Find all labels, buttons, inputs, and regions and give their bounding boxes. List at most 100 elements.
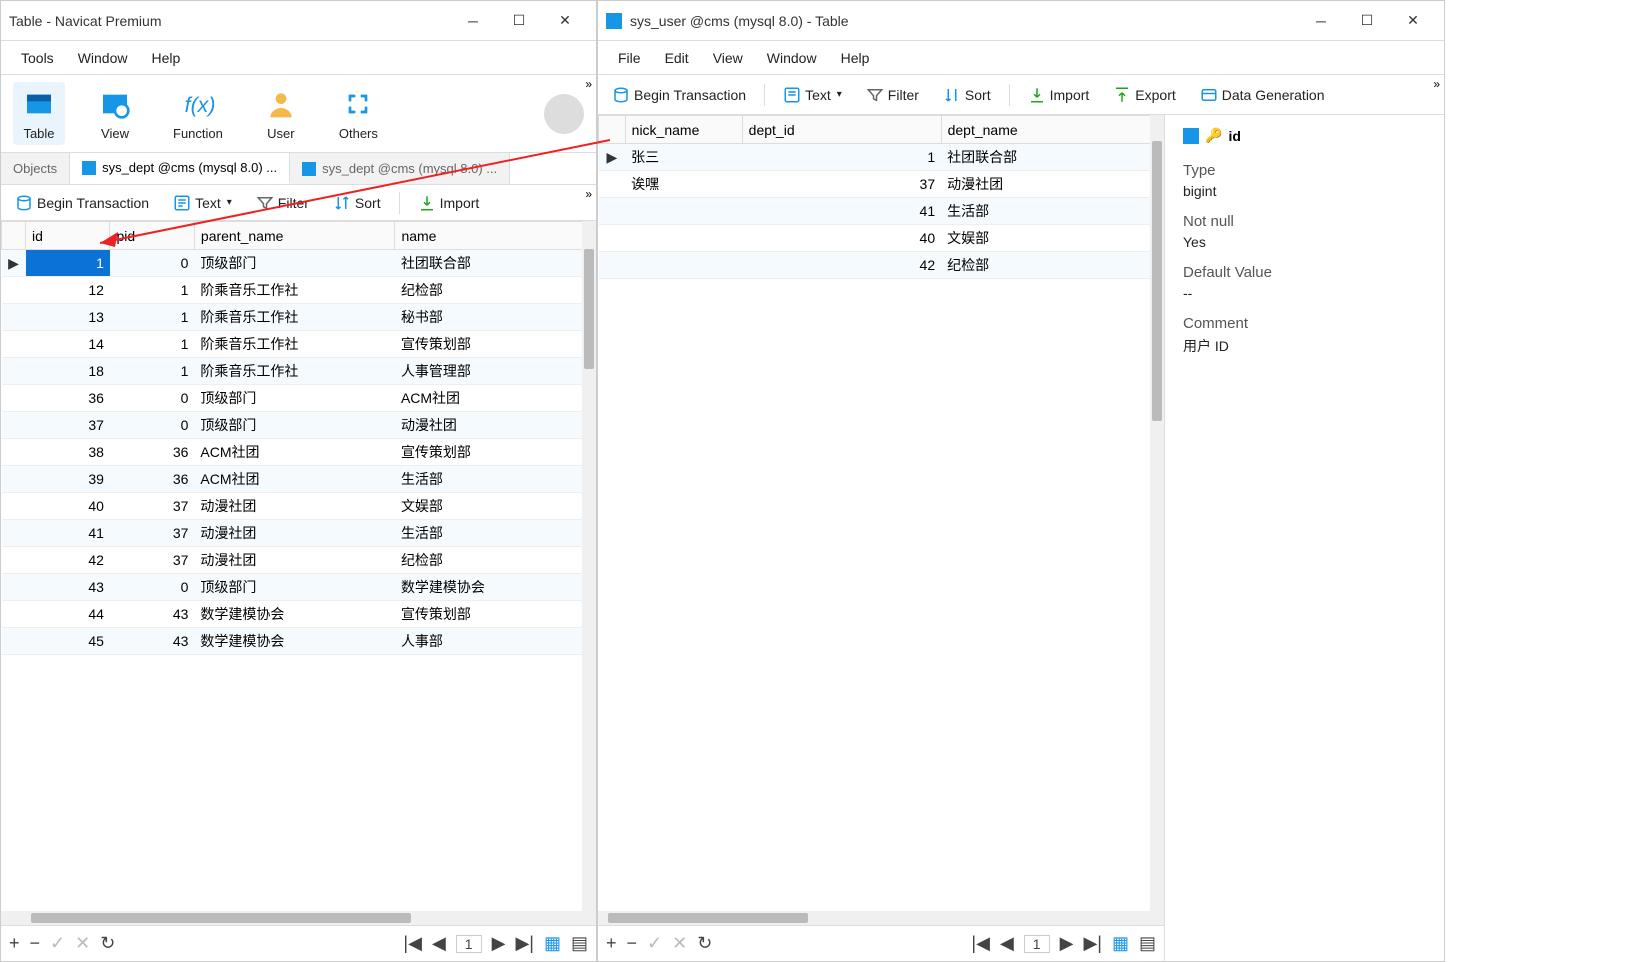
col-header-pid[interactable]: pid bbox=[110, 222, 194, 250]
page-input[interactable]: 1 bbox=[1024, 935, 1050, 953]
cell-name[interactable]: 人事管理部 bbox=[395, 358, 596, 385]
next-page-button[interactable]: ▶ bbox=[1060, 933, 1074, 954]
table-row[interactable]: 181阶乘音乐工作社人事管理部 bbox=[2, 358, 596, 385]
cell-nick-name[interactable]: 张三 bbox=[625, 144, 742, 171]
cell-parent-name[interactable]: 顶级部门 bbox=[194, 574, 395, 601]
cell-parent-name[interactable]: 数学建模协会 bbox=[194, 601, 395, 628]
maximize-button[interactable]: ☐ bbox=[1344, 6, 1390, 36]
cell-pid[interactable]: 0 bbox=[110, 574, 194, 601]
ribbon-function-button[interactable]: f(x)Function bbox=[165, 82, 231, 145]
data-grid-right[interactable]: nick_namedept_iddept_name▶张三1社团联合部诶嘿37动漫… bbox=[598, 115, 1164, 279]
cell-id[interactable]: 1 bbox=[26, 250, 110, 277]
cell-id[interactable]: 43 bbox=[26, 574, 110, 601]
prev-page-button[interactable]: ◀ bbox=[1000, 933, 1014, 954]
ribbon-view-button[interactable]: View bbox=[89, 82, 141, 145]
sort-button[interactable]: Sort bbox=[937, 84, 997, 106]
cell-parent-name[interactable]: 顶级部门 bbox=[194, 412, 395, 439]
minimize-button[interactable]: ─ bbox=[1298, 6, 1344, 36]
menu-item-window[interactable]: Window bbox=[66, 46, 140, 70]
ribbon-overflow-icon[interactable]: » bbox=[585, 77, 592, 91]
maximize-button[interactable]: ☐ bbox=[496, 6, 542, 36]
table-row[interactable]: 3936ACM社团生活部 bbox=[2, 466, 596, 493]
cell-nick-name[interactable] bbox=[625, 252, 742, 279]
first-page-button[interactable]: |◀ bbox=[403, 933, 422, 954]
cell-name[interactable]: 人事部 bbox=[395, 628, 596, 655]
table-row[interactable]: 4443数学建模协会宣传策划部 bbox=[2, 601, 596, 628]
table-row[interactable]: 131阶乘音乐工作社秘书部 bbox=[2, 304, 596, 331]
begin-transaction-button[interactable]: Begin Transaction bbox=[9, 192, 155, 214]
table-row[interactable]: 360顶级部门ACM社团 bbox=[2, 385, 596, 412]
avatar[interactable] bbox=[544, 94, 584, 134]
hscrollbar-right[interactable] bbox=[598, 911, 1164, 925]
menu-item-file[interactable]: File bbox=[606, 46, 653, 70]
cell-parent-name[interactable]: 阶乘音乐工作社 bbox=[194, 358, 395, 385]
cell-dept-name[interactable]: 生活部 bbox=[941, 198, 1163, 225]
begin-transaction-button[interactable]: Begin Transaction bbox=[606, 84, 752, 106]
ribbon-table-button[interactable]: Table bbox=[13, 82, 65, 145]
delete-row-button[interactable]: − bbox=[30, 933, 41, 954]
cell-dept-name[interactable]: 纪检部 bbox=[941, 252, 1163, 279]
cell-id[interactable]: 41 bbox=[26, 520, 110, 547]
cell-parent-name[interactable]: 阶乘音乐工作社 bbox=[194, 331, 395, 358]
menu-item-edit[interactable]: Edit bbox=[653, 46, 701, 70]
col-header-dept_id[interactable]: dept_id bbox=[742, 116, 941, 144]
cell-parent-name[interactable]: 动漫社团 bbox=[194, 520, 395, 547]
prev-page-button[interactable]: ◀ bbox=[432, 933, 446, 954]
last-page-button[interactable]: ▶| bbox=[1083, 933, 1102, 954]
tab-1[interactable]: sys_dept @cms (mysql 8.0) ... bbox=[70, 153, 290, 184]
cell-parent-name[interactable]: 阶乘音乐工作社 bbox=[194, 277, 395, 304]
cell-dept-name[interactable]: 动漫社团 bbox=[941, 171, 1163, 198]
cancel-button[interactable]: ✕ bbox=[672, 933, 687, 954]
table-row[interactable]: 42纪检部 bbox=[599, 252, 1164, 279]
cell-name[interactable]: 动漫社团 bbox=[395, 412, 596, 439]
menu-item-window[interactable]: Window bbox=[755, 46, 829, 70]
menu-item-view[interactable]: View bbox=[701, 46, 755, 70]
cell-parent-name[interactable]: 动漫社团 bbox=[194, 493, 395, 520]
form-view-button[interactable]: ▤ bbox=[1139, 933, 1156, 954]
cell-dept-name[interactable]: 社团联合部 bbox=[941, 144, 1163, 171]
table-row[interactable]: 430顶级部门数学建模协会 bbox=[2, 574, 596, 601]
refresh-button[interactable]: ↻ bbox=[697, 933, 712, 954]
table-row[interactable]: ▶10顶级部门社团联合部 bbox=[2, 250, 596, 277]
cell-pid[interactable]: 36 bbox=[110, 439, 194, 466]
table-row[interactable]: 诶嘿37动漫社团 bbox=[599, 171, 1164, 198]
table-row[interactable]: 4037动漫社团文娱部 bbox=[2, 493, 596, 520]
filter-button[interactable]: Filter bbox=[250, 192, 315, 214]
minimize-button[interactable]: ─ bbox=[450, 6, 496, 36]
cell-pid[interactable]: 37 bbox=[110, 547, 194, 574]
cell-id[interactable]: 44 bbox=[26, 601, 110, 628]
cell-name[interactable]: 宣传策划部 bbox=[395, 439, 596, 466]
cell-nick-name[interactable] bbox=[625, 225, 742, 252]
cell-pid[interactable]: 1 bbox=[110, 331, 194, 358]
table-row[interactable]: 4543数学建模协会人事部 bbox=[2, 628, 596, 655]
ribbon-others-button[interactable]: Others bbox=[331, 82, 386, 145]
vscrollbar[interactable] bbox=[582, 221, 596, 911]
table-row[interactable]: 41生活部 bbox=[599, 198, 1164, 225]
menu-item-help[interactable]: Help bbox=[829, 46, 882, 70]
cell-pid[interactable]: 37 bbox=[110, 520, 194, 547]
cell-pid[interactable]: 0 bbox=[110, 250, 194, 277]
data-grid-left[interactable]: idpidparent_namename▶10顶级部门社团联合部121阶乘音乐工… bbox=[1, 221, 596, 655]
cell-parent-name[interactable]: 数学建模协会 bbox=[194, 628, 395, 655]
cell-id[interactable]: 37 bbox=[26, 412, 110, 439]
cell-name[interactable]: 宣传策划部 bbox=[395, 331, 596, 358]
cell-name[interactable]: 纪检部 bbox=[395, 277, 596, 304]
vscrollbar[interactable] bbox=[1150, 115, 1164, 911]
refresh-button[interactable]: ↻ bbox=[100, 933, 115, 954]
cell-parent-name[interactable]: 顶级部门 bbox=[194, 250, 395, 277]
cell-dept-id[interactable]: 41 bbox=[742, 198, 941, 225]
table-row[interactable]: 370顶级部门动漫社团 bbox=[2, 412, 596, 439]
tab-0[interactable]: Objects bbox=[1, 153, 70, 184]
cell-pid[interactable]: 1 bbox=[110, 358, 194, 385]
add-row-button[interactable]: + bbox=[9, 933, 20, 954]
cell-id[interactable]: 38 bbox=[26, 439, 110, 466]
grid-view-button[interactable]: ▦ bbox=[544, 933, 561, 954]
table-row[interactable]: 4137动漫社团生活部 bbox=[2, 520, 596, 547]
cell-id[interactable]: 18 bbox=[26, 358, 110, 385]
toolbar-overflow-icon[interactable]: » bbox=[585, 187, 592, 201]
cell-name[interactable]: 生活部 bbox=[395, 520, 596, 547]
menu-item-tools[interactable]: Tools bbox=[9, 46, 66, 70]
tab-2[interactable]: sys_dept @cms (mysql 8.0) ... bbox=[290, 153, 510, 184]
add-row-button[interactable]: + bbox=[606, 933, 617, 954]
cell-pid[interactable]: 1 bbox=[110, 304, 194, 331]
